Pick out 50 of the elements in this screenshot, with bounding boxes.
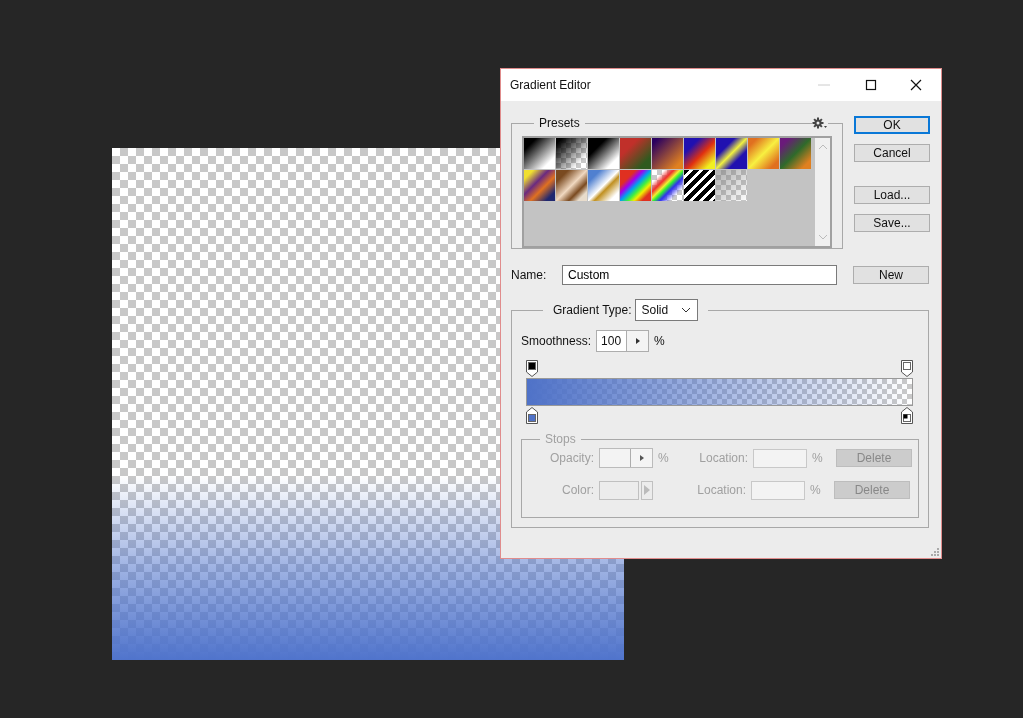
gradient-preset-swatch[interactable] — [556, 138, 587, 169]
maximize-icon[interactable] — [865, 79, 877, 91]
dialog-button[interactable]: OK — [854, 116, 930, 134]
gradient-preset-swatch[interactable] — [620, 170, 651, 201]
percent-unit: % — [810, 483, 822, 497]
gear-menu-icon[interactable] — [812, 117, 828, 129]
caret-icon — [635, 338, 640, 344]
gradient-preset-swatch[interactable] — [652, 170, 683, 201]
dialog-button[interactable]: Load... — [854, 186, 930, 204]
smoothness-label: Smoothness: — [521, 334, 592, 348]
gradient-preset-swatch[interactable] — [716, 170, 747, 201]
dialog-button[interactable]: Save... — [854, 214, 930, 232]
gradient-type-label: Gradient Type: — [553, 303, 632, 317]
stops-title: Stops — [544, 432, 577, 446]
smoothness-field[interactable]: 100 — [596, 330, 650, 352]
gradient-preset-swatch[interactable] — [684, 170, 715, 201]
gradient-preset-swatch[interactable] — [620, 138, 651, 169]
gradient-preset-swatch[interactable] — [748, 138, 779, 169]
dialog-button[interactable]: Cancel — [854, 144, 930, 162]
opacity-stop-marker[interactable] — [526, 360, 538, 377]
opacity-stop-marker[interactable] — [901, 360, 913, 377]
gradient-preset-swatch[interactable] — [780, 138, 811, 169]
caret-icon — [639, 455, 644, 461]
percent-unit: % — [654, 334, 665, 348]
color-stop-marker[interactable] — [901, 407, 913, 424]
gradient-preset-swatch[interactable] — [524, 138, 555, 169]
caret-icon — [680, 307, 691, 313]
location-label: Location: — [698, 451, 748, 465]
color-stop-marker[interactable] — [526, 407, 538, 424]
gradient-preset-swatch[interactable] — [684, 138, 715, 169]
gradient-preset-swatch[interactable] — [588, 170, 619, 201]
name-field[interactable]: Custom — [562, 265, 837, 285]
gradient-preset-swatch[interactable] — [652, 138, 683, 169]
name-label: Name: — [511, 268, 548, 282]
stop-field-label: Opacity: — [549, 451, 594, 465]
resize-grip-icon[interactable] — [931, 548, 939, 556]
percent-unit: % — [658, 451, 670, 465]
window-title: Gradient Editor — [510, 78, 591, 92]
gradient-preset-swatch[interactable] — [588, 138, 619, 169]
presets-title: Presets — [538, 116, 581, 130]
gradient-preset-swatch[interactable] — [556, 170, 587, 201]
percent-unit: % — [812, 451, 824, 465]
gradient-preset-swatch[interactable] — [524, 170, 555, 201]
caret-icon — [644, 485, 651, 495]
location-label: Location: — [696, 483, 746, 497]
close-icon[interactable] — [910, 79, 922, 91]
gradient-type-dropdown[interactable]: Solid — [634, 299, 698, 321]
new-button[interactable]: New — [853, 266, 929, 284]
gradient-preset-swatch[interactable] — [716, 138, 747, 169]
stop-field-label: Color: — [561, 483, 594, 497]
